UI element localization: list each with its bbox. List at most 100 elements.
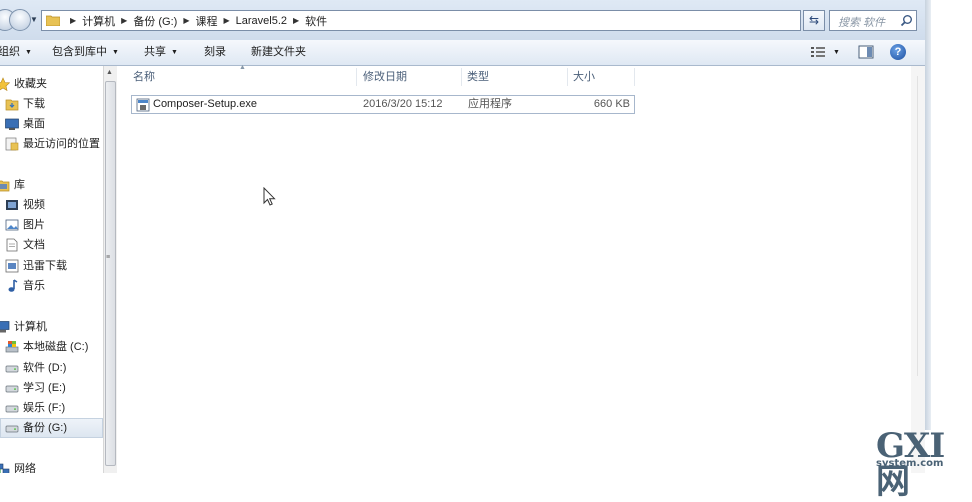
breadcrumb-software[interactable]: 软件 — [305, 13, 327, 29]
column-divider[interactable] — [634, 68, 635, 86]
breadcrumb: ▶ 计算机 ▶ 备份 (G:) ▶ 课程 ▶ Laravel5.2 ▶ 软件 — [64, 11, 327, 30]
chevron-right-icon[interactable]: ▶ — [293, 16, 299, 25]
nav-favorites-label: 收藏夹 — [14, 78, 47, 90]
breadcrumb-computer[interactable]: 计算机 — [82, 13, 115, 29]
column-divider[interactable] — [461, 68, 462, 86]
nav-music[interactable]: 音乐 — [0, 276, 103, 296]
nav-downloads[interactable]: 下载 — [0, 94, 103, 114]
nav-thunder-downloads-label: 迅雷下载 — [23, 260, 67, 272]
nav-recent-places[interactable]: 最近访问的位置 — [0, 134, 103, 154]
download-folder-icon — [5, 99, 19, 111]
folder-icon — [46, 15, 60, 26]
address-row: ▼ ▶ 计算机 ▶ 备份 (G:) ▶ 课程 ▶ Laravel5.2 ▶ 软件… — [0, 0, 925, 40]
hard-drive-icon — [5, 385, 19, 393]
hard-drive-icon — [5, 405, 19, 413]
forward-button[interactable] — [9, 9, 31, 31]
computer-icon — [0, 321, 10, 333]
library-icon — [0, 180, 10, 192]
nav-drive-c-label: 本地磁盘 (C:) — [23, 341, 89, 353]
recent-places-icon — [5, 137, 19, 151]
hard-drive-icon — [5, 365, 19, 373]
breadcrumb-laravel[interactable]: Laravel5.2 — [236, 15, 287, 27]
nav-drive-e-label: 学习 (E:) — [23, 382, 66, 394]
view-options-icon[interactable] — [810, 45, 826, 59]
watermark-logo: GXI网 system.com — [872, 428, 972, 500]
hard-drive-icon — [5, 425, 19, 433]
file-type: 应用程序 — [468, 98, 512, 110]
nav-drive-e[interactable]: 学习 (E:) — [0, 378, 103, 398]
file-list: ▲ 名称 修改日期 类型 大小 Composer-Setup.exe 2016/… — [117, 64, 925, 473]
mouse-cursor-icon — [263, 187, 276, 206]
scrollbar-thumb[interactable] — [105, 81, 116, 466]
nav-music-label: 音乐 — [23, 280, 45, 292]
nav-libraries-label: 库 — [14, 179, 25, 191]
nav-videos[interactable]: 视频 — [0, 195, 103, 215]
nav-thunder-downloads[interactable]: 迅雷下载 — [0, 256, 103, 276]
chevron-right-icon[interactable]: ▶ — [223, 16, 229, 25]
sort-ascending-icon: ▲ — [239, 64, 246, 71]
refresh-icon: ⇆ — [808, 13, 820, 27]
breadcrumb-course[interactable]: 课程 — [195, 13, 217, 29]
navigation-scrollbar[interactable]: ▲ ≡ — [103, 66, 117, 473]
nav-downloads-label: 下载 — [23, 98, 45, 110]
nav-network[interactable]: 网络 — [0, 459, 103, 473]
nav-desktop[interactable]: 桌面 — [0, 114, 103, 134]
search-placeholder: 搜索 软件 — [838, 17, 886, 29]
chevron-down-icon: ▼ — [171, 49, 178, 56]
refresh-button[interactable]: ⇆ — [803, 10, 825, 31]
preview-pane-icon[interactable] — [858, 45, 874, 59]
nav-documents[interactable]: 文档 — [0, 235, 103, 255]
content-scrollbar[interactable] — [911, 66, 925, 473]
include-in-library-label: 包含到库中 — [52, 46, 107, 58]
nav-network-label: 网络 — [14, 463, 36, 473]
scroll-track — [917, 76, 918, 376]
organize-label: 组织 — [0, 46, 20, 58]
organize-button[interactable]: 组织 ▼ — [0, 40, 32, 65]
new-folder-button[interactable]: 新建文件夹 — [251, 40, 306, 65]
share-label: 共享 — [144, 46, 166, 58]
search-input[interactable]: 搜索 软件 — [829, 10, 917, 31]
nav-libraries[interactable]: 库 — [0, 175, 103, 195]
video-icon — [6, 200, 18, 210]
command-bar: 组织 ▼ 包含到库中 ▼ 共享 ▼ 刻录 新建文件夹 ▼ ? — [0, 40, 925, 66]
column-header-type[interactable]: 类型 — [467, 66, 489, 88]
column-divider[interactable] — [567, 68, 568, 86]
column-header-size[interactable]: 大小 — [573, 66, 595, 88]
scroll-up-icon[interactable]: ▲ — [106, 69, 113, 76]
share-button[interactable]: 共享 ▼ — [144, 40, 178, 65]
burn-button[interactable]: 刻录 — [204, 40, 226, 65]
nav-favorites[interactable]: 收藏夹 — [0, 74, 103, 94]
installer-exe-icon — [136, 98, 150, 112]
window-shadow — [925, 0, 931, 430]
nav-desktop-label: 桌面 — [23, 118, 45, 130]
nav-drive-g[interactable]: 备份 (G:) — [0, 418, 103, 438]
chevron-right-icon[interactable]: ▶ — [70, 16, 76, 25]
chevron-down-icon: ▼ — [112, 49, 119, 56]
file-name: Composer-Setup.exe — [153, 98, 257, 110]
view-options-dropdown[interactable]: ▼ — [833, 40, 840, 65]
nav-drive-f[interactable]: 娱乐 (F:) — [0, 398, 103, 418]
nav-documents-label: 文档 — [23, 239, 45, 251]
nav-drive-f-label: 娱乐 (F:) — [23, 402, 66, 414]
nav-drive-d[interactable]: 软件 (D:) — [0, 358, 103, 378]
include-in-library-button[interactable]: 包含到库中 ▼ — [52, 40, 119, 65]
recent-pages-dropdown[interactable]: ▼ — [30, 14, 40, 26]
explorer-window: ▼ ▶ 计算机 ▶ 备份 (G:) ▶ 课程 ▶ Laravel5.2 ▶ 软件… — [0, 0, 926, 473]
nav-drive-c[interactable]: 本地磁盘 (C:) — [0, 337, 103, 357]
column-divider[interactable] — [356, 68, 357, 86]
file-date: 2016/3/20 15:12 — [363, 98, 443, 110]
nav-pictures[interactable]: 图片 — [0, 215, 103, 235]
column-header-name[interactable]: 名称 — [133, 66, 155, 88]
nav-recent-places-label: 最近访问的位置 — [23, 138, 100, 150]
nav-computer[interactable]: 计算机 — [0, 317, 103, 337]
help-button[interactable]: ? — [890, 44, 906, 60]
search-icon[interactable] — [900, 14, 913, 27]
breadcrumb-backup-drive[interactable]: 备份 (G:) — [133, 13, 177, 29]
address-bar[interactable]: ▶ 计算机 ▶ 备份 (G:) ▶ 课程 ▶ Laravel5.2 ▶ 软件 ▼ — [41, 10, 838, 31]
grip-icon: ≡ — [106, 254, 111, 261]
chevron-right-icon[interactable]: ▶ — [183, 16, 189, 25]
chevron-right-icon[interactable]: ▶ — [121, 16, 127, 25]
column-header-date[interactable]: 修改日期 — [363, 66, 407, 88]
table-row[interactable]: Composer-Setup.exe 2016/3/20 15:12 应用程序 … — [131, 95, 635, 114]
burn-label: 刻录 — [204, 46, 226, 58]
